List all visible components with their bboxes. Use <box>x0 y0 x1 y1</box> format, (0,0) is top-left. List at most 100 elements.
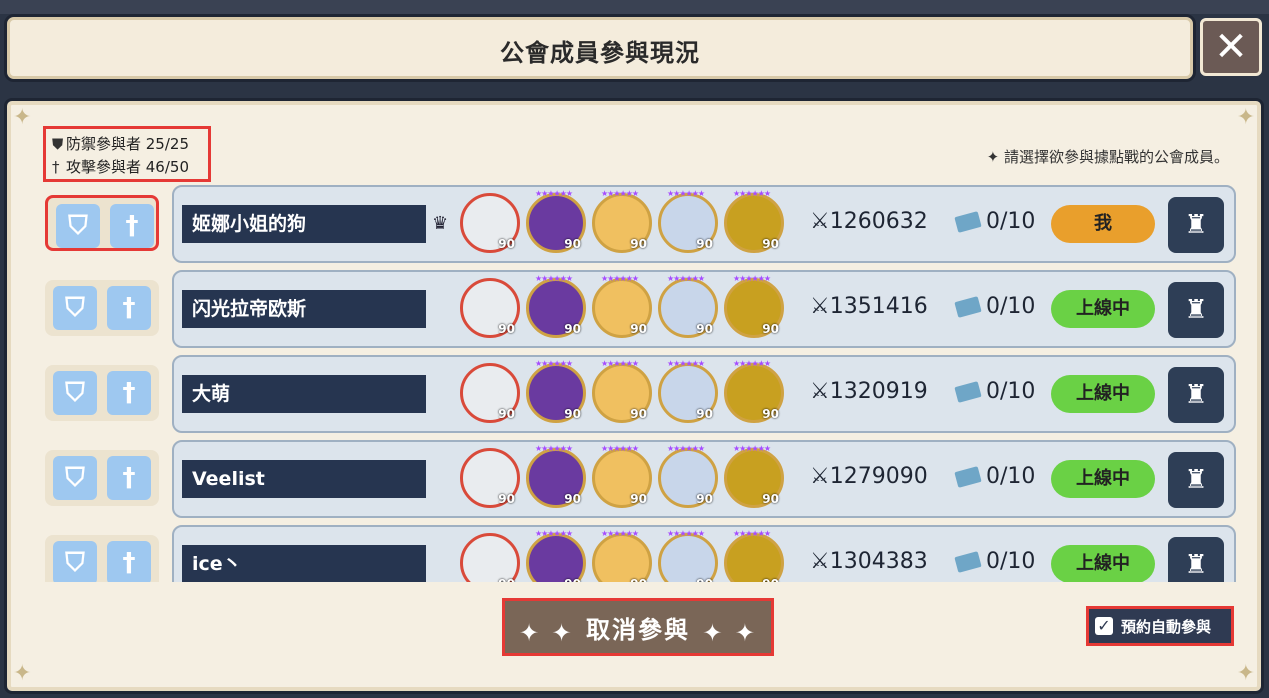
character-level: 90 <box>564 407 581 421</box>
ticket-count: 0/10 <box>954 379 1035 404</box>
defense-role-button[interactable]: ⛉ <box>53 371 97 415</box>
star-rank-icon: ★★★★★★ <box>535 529 573 538</box>
cancel-participation-button[interactable]: ✦ ✦ 取消參與 ✦ ✦ <box>502 598 774 656</box>
castle-icon: ♜ <box>1184 380 1208 410</box>
attack-role-button[interactable]: † <box>107 456 151 500</box>
sword-icon: † <box>122 378 136 408</box>
status-badge: 上線中 <box>1051 290 1155 328</box>
star-rank-icon: ★★★★★★ <box>733 444 771 453</box>
combat-power: ⚔1351416 <box>810 294 928 319</box>
star-rank-icon: ★★★★★★ <box>601 359 639 368</box>
castle-button[interactable]: ♜ <box>1168 197 1224 253</box>
character-avatar: 90 <box>460 533 520 582</box>
member-card[interactable]: 姬娜小姐的狗 ♛ 90 ★★★★★★ 90 ★★★★★★ 90 ★★★★★★ 90 ★★★★★★ 9… <box>172 185 1236 263</box>
character-avatar: ★★★★★★ 90 <box>658 359 718 423</box>
star-rank-icon: ★★★★★★ <box>733 359 771 368</box>
star-rank-icon: ★★★★★★ <box>535 359 573 368</box>
combat-power: ⚔1279090 <box>810 464 928 489</box>
ticket-count: 0/10 <box>954 294 1035 319</box>
member-row: ⛉ † 闪光拉帝欧斯 90 ★★★★★★ 90 ★★★★★★ 90 ★★★★★★ 90 ★★★★★★… <box>40 267 1240 352</box>
character-avatar: 90 <box>460 193 520 253</box>
character-avatar: ★★★★★★ 90 <box>592 529 652 582</box>
character-level: 90 <box>630 322 647 336</box>
character-level: 90 <box>696 492 713 506</box>
crossed-swords-icon: ⚔ <box>810 379 830 404</box>
checkbox-checked-icon[interactable]: ✓ <box>1095 617 1113 635</box>
character-avatar: ★★★★★★ 90 <box>724 189 784 253</box>
character-avatar: ★★★★★★ 90 <box>526 359 586 423</box>
defense-role-button[interactable]: ⛉ <box>53 456 97 500</box>
ticket-icon <box>954 211 982 233</box>
attack-role-button[interactable]: † <box>107 286 151 330</box>
star-rank-icon: ★★★★★★ <box>601 529 639 538</box>
character-avatar: ★★★★★★ 90 <box>526 444 586 508</box>
castle-button[interactable]: ♜ <box>1168 452 1224 508</box>
character-level: 90 <box>762 322 779 336</box>
role-buttons: ⛉ † <box>45 280 159 336</box>
role-buttons: ⛉ † <box>45 535 159 582</box>
close-button[interactable]: ✕ <box>1200 18 1262 76</box>
character-level: 90 <box>498 237 515 251</box>
sparkle-icon: ✦ ✦ <box>702 619 757 647</box>
corner-ornament-icon: ✦ <box>1236 661 1255 686</box>
star-rank-icon: ★★★★★★ <box>667 359 705 368</box>
member-card[interactable]: Veelist 90 ★★★★★★ 90 ★★★★★★ 90 ★★★★★★ 90 ★★★★★★ 9… <box>172 440 1236 518</box>
defense-role-button[interactable]: ⛉ <box>53 286 97 330</box>
member-row: ⛉ † 大萌 90 ★★★★★★ 90 ★★★★★★ 90 ★★★★★★ 90 ★★★★★★ 90 ⚔1… <box>40 352 1240 437</box>
member-card[interactable]: ice丶 90 ★★★★★★ 90 ★★★★★★ 90 ★★★★★★ 90 ★★★★★★ 90 ⚔1… <box>172 525 1236 582</box>
star-rank-icon: ★★★★★★ <box>667 274 705 283</box>
character-level: 90 <box>762 407 779 421</box>
attack-role-button[interactable]: † <box>107 541 151 582</box>
member-row: ⛉†ice丶90★★★★★★90★★★★★★90★★★★★★90★★★★★★90… <box>40 522 1240 582</box>
castle-icon: ♜ <box>1184 550 1208 580</box>
character-avatar: 90 <box>460 363 520 423</box>
character-level: 90 <box>498 492 515 506</box>
shield-icon: ⛉ <box>65 377 85 408</box>
attack-role-button[interactable]: † <box>110 204 154 248</box>
shield-icon: ⛉ <box>65 547 85 578</box>
role-buttons: ⛉ † <box>45 365 159 421</box>
character-level: 90 <box>564 492 581 506</box>
header-bar: 公會成員參與現況 <box>4 14 1196 82</box>
ticket-icon <box>954 466 982 488</box>
crossed-swords-icon: ⚔ <box>810 209 830 234</box>
defense-role-button[interactable]: ⛉ <box>56 204 100 248</box>
castle-button[interactable]: ♜ <box>1168 537 1224 582</box>
member-name: 大萌 <box>182 375 426 413</box>
attack-role-button[interactable]: † <box>107 371 151 415</box>
character-level: 90 <box>630 492 647 506</box>
combat-power: ⚔1304383 <box>810 549 928 574</box>
character-level: 90 <box>498 577 515 582</box>
member-card[interactable]: 闪光拉帝欧斯 90 ★★★★★★ 90 ★★★★★★ 90 ★★★★★★ 90 ★★★★★★ 90… <box>172 270 1236 348</box>
castle-button[interactable]: ♜ <box>1168 367 1224 423</box>
ticket-icon <box>954 381 982 403</box>
member-row: ⛉ † Veelist 90 ★★★★★★ 90 ★★★★★★ 90 ★★★★★★ 90 ★★★★★… <box>40 437 1240 522</box>
star-rank-icon: ★★★★★★ <box>601 274 639 283</box>
member-card[interactable]: 大萌 90 ★★★★★★ 90 ★★★★★★ 90 ★★★★★★ 90 ★★★★★★ 90 ⚔132… <box>172 355 1236 433</box>
sparkle-icon: ✦ ✦ <box>519 619 574 647</box>
character-avatar: ★★★★★★ 90 <box>526 274 586 338</box>
castle-button[interactable]: ♜ <box>1168 282 1224 338</box>
character-avatar: ★★★★★★ 90 <box>592 359 652 423</box>
defense-participants: ⛊ 防禦參與者 25/25 <box>52 133 202 156</box>
status-badge: 上線中 <box>1051 545 1155 582</box>
shield-icon: ⛉ <box>65 292 85 323</box>
crossed-swords-icon: ⚔ <box>810 549 830 574</box>
top-strip <box>0 0 1269 14</box>
character-avatar: ★★★★★★ 90 <box>658 274 718 338</box>
status-badge: 我 <box>1051 205 1155 243</box>
defense-role-button[interactable]: ⛉ <box>53 541 97 582</box>
sword-icon: † <box>122 293 136 323</box>
member-name: 姬娜小姐的狗 <box>182 205 426 243</box>
character-avatar: 90 <box>460 448 520 508</box>
character-level: 90 <box>762 237 779 251</box>
star-rank-icon: ★★★★★★ <box>601 189 639 198</box>
shield-icon: ⛉ <box>68 210 88 241</box>
member-row: ⛉ † 姬娜小姐的狗 ♛ 90 ★★★★★★ 90 ★★★★★★ 90 ★★★★★★ 90 ★★★★★… <box>40 182 1240 267</box>
character-level: 90 <box>630 237 647 251</box>
star-rank-icon: ★★★★★★ <box>535 274 573 283</box>
character-level: 90 <box>696 322 713 336</box>
sword-icon: † <box>125 211 139 241</box>
auto-join-toggle[interactable]: ✓ 預約自動參與 <box>1086 606 1234 646</box>
member-list[interactable]: ⛉ † 姬娜小姐的狗 ♛ 90 ★★★★★★ 90 ★★★★★★ 90 ★★★★★★ 90 ★★★★★… <box>40 182 1240 582</box>
